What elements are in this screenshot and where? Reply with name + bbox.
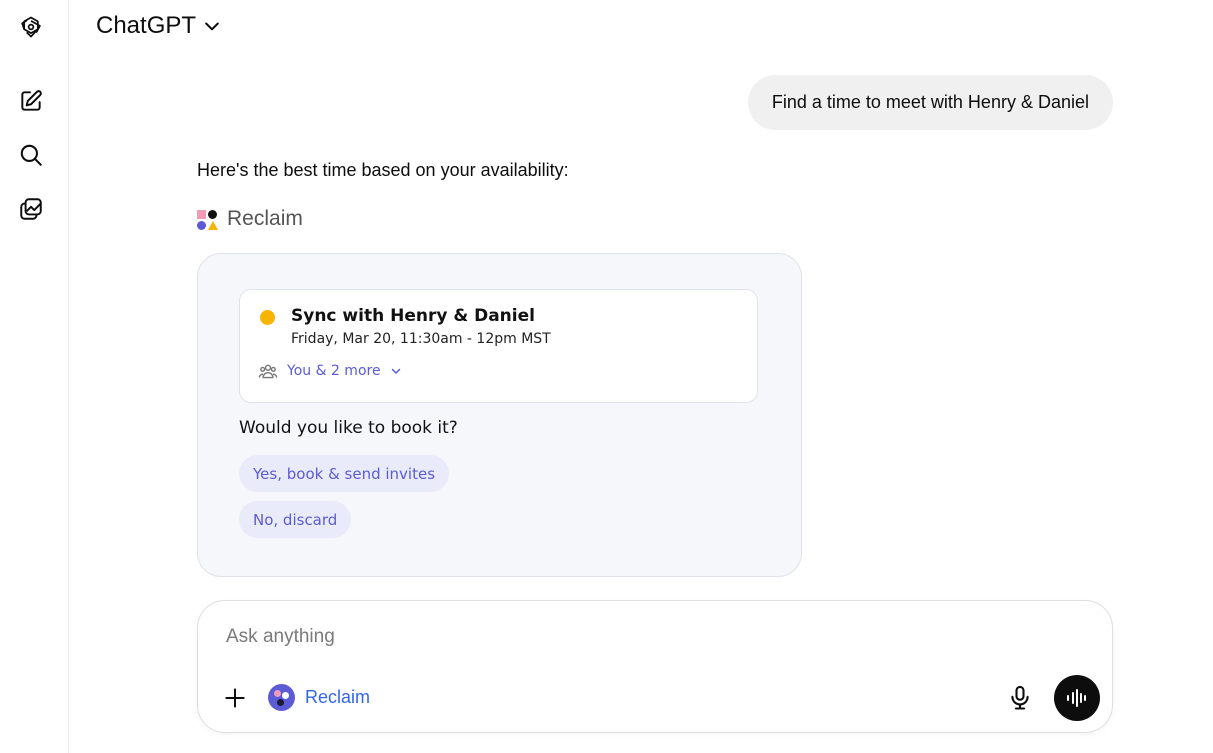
model-selector[interactable]: ChatGPT [96, 12, 222, 40]
chevron-down-icon [391, 368, 400, 374]
prompt-input[interactable] [226, 621, 1086, 653]
event-color-dot [260, 310, 275, 325]
event-title: Sync with Henry & Daniel [291, 306, 535, 326]
event-card: Sync with Henry & Daniel Friday, Mar 20,… [239, 289, 758, 403]
plus-icon[interactable] [222, 685, 248, 711]
event-time: Friday, Mar 20, 11:30am - 12pm MST [291, 331, 551, 347]
reclaim-logo-icon [197, 208, 218, 230]
app-name: Reclaim [227, 207, 303, 230]
new-chat-icon[interactable] [15, 85, 47, 117]
book-send-invites-button[interactable]: Yes, book & send invites [239, 455, 450, 492]
voice-mode-button[interactable] [1054, 675, 1100, 721]
openai-logo-icon[interactable] [15, 11, 47, 43]
discard-button[interactable]: No, discard [239, 501, 352, 538]
assistant-message: Here's the best time based on your avail… [197, 160, 569, 180]
tool-label: Reclaim [305, 687, 371, 707]
user-message: Find a time to meet with Henry & Daniel [747, 75, 1113, 130]
attendees-label: You & 2 more [287, 363, 381, 379]
page-title: ChatGPT [96, 12, 197, 39]
attendees-toggle[interactable]: You & 2 more [258, 362, 402, 380]
people-icon [258, 364, 278, 379]
search-icon[interactable] [15, 139, 47, 171]
app-attribution: Reclaim [197, 207, 303, 231]
reclaim-app-icon [268, 684, 295, 711]
booking-question: Would you like to book it? [239, 418, 458, 438]
reclaim-tool-chip[interactable]: Reclaim [268, 684, 370, 711]
sidebar [0, 0, 69, 753]
microphone-icon[interactable] [1006, 684, 1034, 712]
user-message-text: Find a time to meet with Henry & Daniel [771, 92, 1089, 112]
composer: Reclaim [197, 600, 1113, 733]
library-icon[interactable] [15, 193, 47, 225]
voice-wave-icon [1067, 689, 1086, 707]
reclaim-widget: Sync with Henry & Daniel Friday, Mar 20,… [197, 253, 802, 577]
chevron-down-icon [205, 22, 219, 31]
